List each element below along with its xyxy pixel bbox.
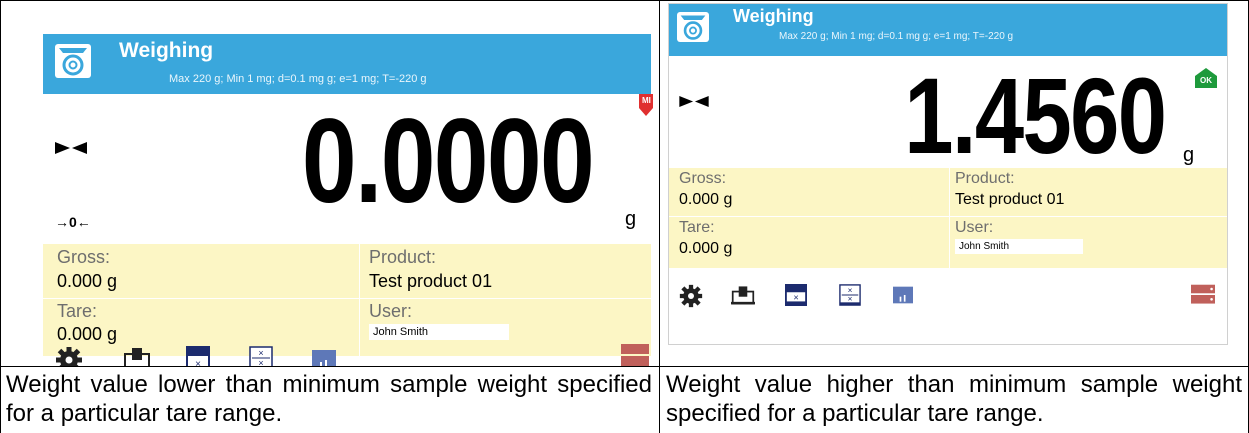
- tare-label: Tare:: [679, 219, 715, 236]
- settings-gear-icon[interactable]: [55, 346, 83, 366]
- user-label: User:: [369, 301, 413, 321]
- figure-table: Weighing Max 220 g; Min 1 mg; d=0.1 mg g…: [0, 0, 1249, 433]
- tare-function-icon[interactable]: ×: [785, 284, 807, 311]
- weight-value: 1.4560: [903, 55, 1167, 176]
- svg-text:×: ×: [195, 359, 201, 366]
- product-label: Product:: [369, 247, 437, 267]
- min-sample-badge-text: MI: [642, 96, 651, 105]
- screen-subtitle: Max 220 g; Min 1 mg; d=0.1 mg g; e=1 mg;…: [169, 73, 427, 85]
- info-panel: Gross: 0.000 g Product: Test product 01 …: [669, 168, 1227, 268]
- settings-gear-icon[interactable]: [679, 284, 703, 313]
- product-value: Test product 01: [955, 191, 1065, 208]
- right-balance-screen: Weighing Max 220 g; Min 1 mg; d=0.1 mg g…: [668, 3, 1228, 345]
- min-sample-badge: MI: [639, 94, 653, 116]
- screen-subtitle: Max 220 g; Min 1 mg; d=0.1 mg g; e=1 mg;…: [779, 31, 1014, 42]
- scale-logo-icon: [55, 44, 91, 78]
- svg-text:×: ×: [848, 294, 853, 303]
- right-screenshot-cell: Weighing Max 220 g; Min 1 mg; d=0.1 mg g…: [660, 1, 1248, 366]
- screen-title: Weighing: [119, 39, 214, 62]
- screen-title: Weighing: [733, 6, 814, 26]
- table-divider-horizontal: [0, 366, 1249, 367]
- stability-icon: [55, 141, 87, 159]
- user-value: John Smith: [369, 324, 509, 340]
- caption-left: Weight value lower than minimum sample w…: [6, 371, 652, 427]
- tare-value: 0.000 g: [679, 240, 733, 257]
- product-value: Test product 01: [369, 271, 493, 291]
- database-icon[interactable]: [1191, 284, 1215, 311]
- database-icon[interactable]: [621, 344, 649, 366]
- tare-value: 0.000 g: [57, 324, 118, 344]
- svg-text:×: ×: [793, 293, 798, 303]
- user-value: John Smith: [955, 239, 1083, 254]
- gross-label: Gross:: [679, 170, 727, 187]
- weight-unit: g: [625, 208, 637, 230]
- info-col-divider: [949, 168, 950, 268]
- caption-right: Weight value higher than minimum sample …: [666, 371, 1242, 427]
- info-panel: Gross: 0.000 g Product: Test product 01 …: [43, 244, 651, 356]
- left-screenshot-cell: Weighing Max 220 g; Min 1 mg; d=0.1 mg g…: [1, 1, 659, 366]
- stability-icon: [679, 94, 709, 112]
- info-col-divider: [359, 244, 360, 356]
- statistics-icon[interactable]: × ×: [249, 346, 273, 366]
- weight-unit: g: [1183, 144, 1195, 166]
- chart-icon[interactable]: [312, 350, 336, 366]
- statistics-icon[interactable]: × ×: [839, 284, 861, 311]
- ok-status-badge: OK: [1195, 68, 1217, 88]
- printer-icon[interactable]: [123, 346, 151, 366]
- printer-icon[interactable]: [731, 284, 755, 311]
- tare-label: Tare:: [57, 301, 98, 321]
- svg-text:×: ×: [258, 358, 263, 366]
- svg-text:×: ×: [258, 348, 263, 358]
- gross-value: 0.000 g: [679, 191, 733, 208]
- weight-value: 0.0000: [301, 94, 595, 228]
- info-row-divider: [43, 298, 651, 299]
- scale-logo-icon: [677, 12, 709, 42]
- info-row-divider: [669, 216, 1227, 217]
- zero-indicator: →0←: [55, 214, 91, 230]
- tare-function-icon[interactable]: ×: [186, 346, 210, 366]
- user-label: User:: [955, 219, 994, 236]
- gross-label: Gross:: [57, 247, 111, 267]
- left-balance-screen: Weighing Max 220 g; Min 1 mg; d=0.1 mg g…: [43, 34, 653, 366]
- right-header-bar: Weighing Max 220 g; Min 1 mg; d=0.1 mg g…: [669, 4, 1227, 56]
- ok-status-badge-text: OK: [1200, 76, 1212, 85]
- gross-value: 0.000 g: [57, 271, 118, 291]
- chart-icon[interactable]: [893, 286, 913, 309]
- product-label: Product:: [955, 170, 1015, 187]
- left-header-bar: Weighing Max 220 g; Min 1 mg; d=0.1 mg g…: [43, 34, 651, 94]
